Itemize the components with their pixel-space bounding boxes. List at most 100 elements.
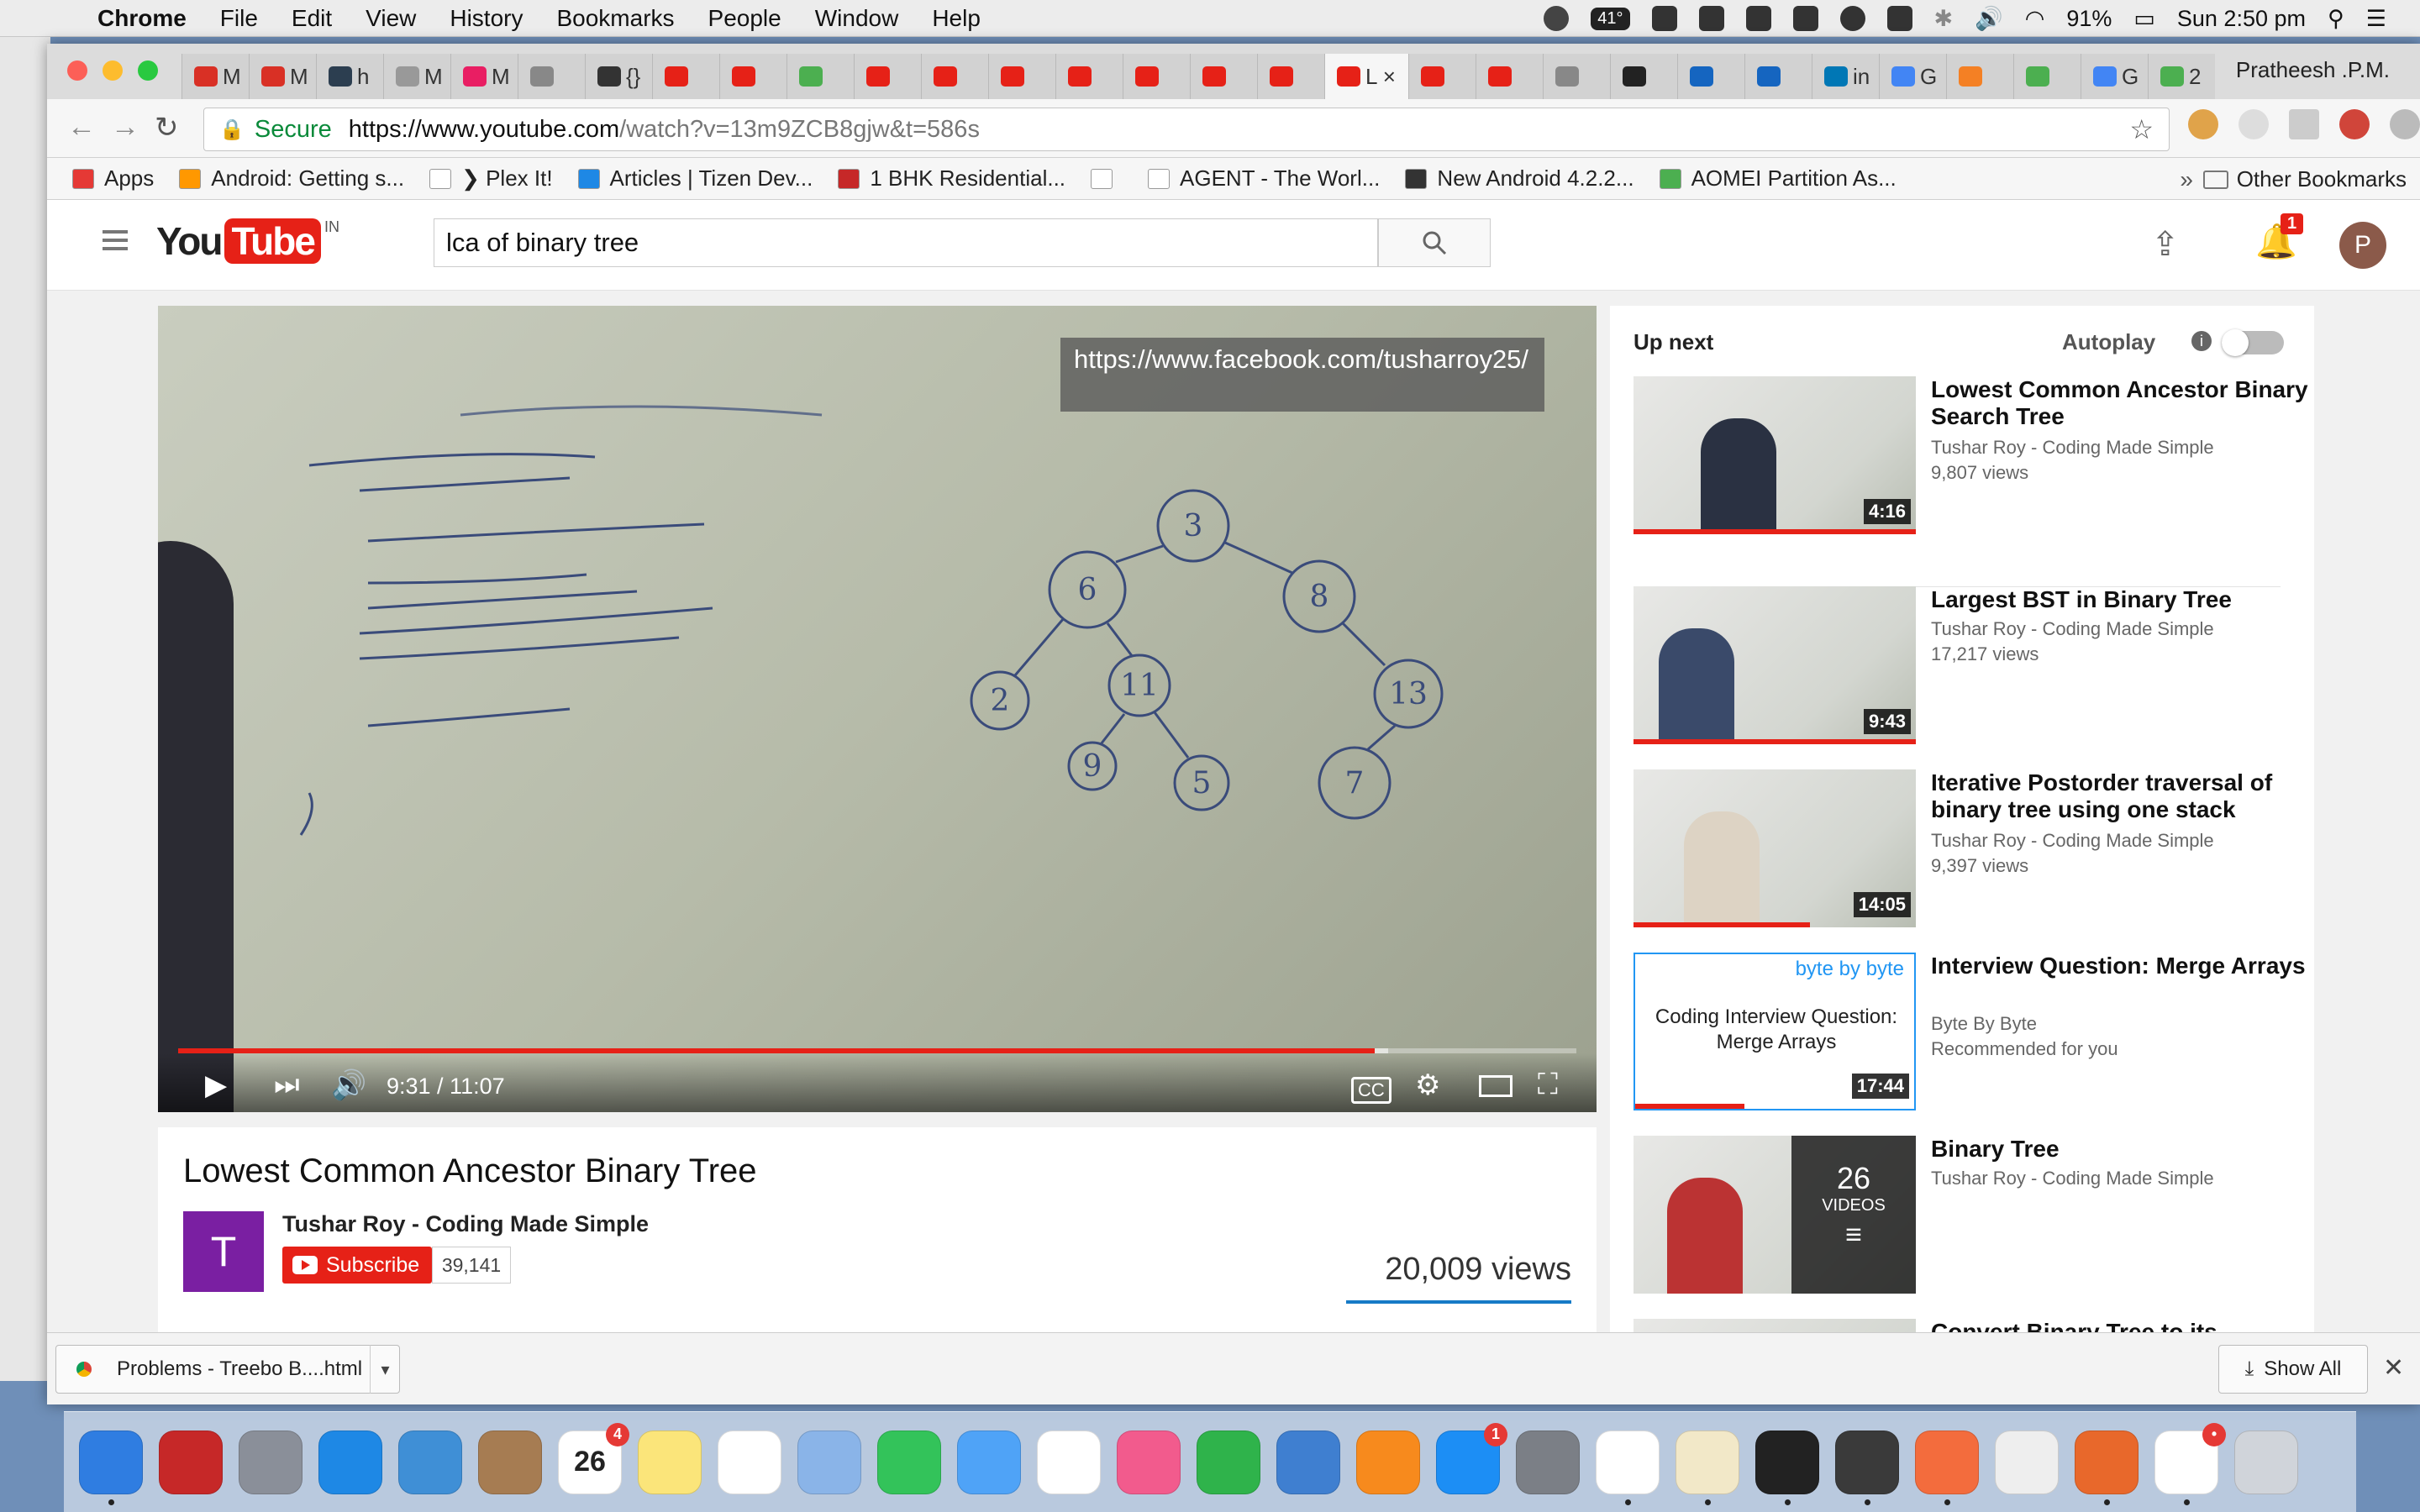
related-playlist[interactable]: 26 VIDEOS ≡ Binary Tree Tushar Roy - Cod… [1634, 1136, 2306, 1304]
slack-icon[interactable]: • [2154, 1422, 2226, 1505]
tab[interactable] [652, 54, 719, 99]
tab[interactable] [1055, 54, 1123, 99]
video-player[interactable]: 3 6 8 2 11 13 9 5 7 https://www.facebook.com/t… [158, 306, 1597, 1112]
tab[interactable]: M [182, 54, 249, 99]
mail-icon[interactable] [398, 1430, 462, 1494]
tab[interactable]: M [450, 54, 518, 99]
menu-window[interactable]: Window [815, 5, 899, 32]
clock[interactable]: Sun 2:50 pm [2177, 6, 2306, 32]
related-title[interactable]: Iterative Postorder traversal of binary … [1931, 769, 2309, 823]
video-thumbnail[interactable] [1634, 1319, 1916, 1332]
sync-icon[interactable] [1839, 6, 1865, 31]
related-title[interactable]: Convert Binary Tree to its [1931, 1319, 2309, 1332]
shield-icon[interactable] [1651, 6, 1677, 31]
notes-icon[interactable] [638, 1430, 702, 1494]
reload-icon[interactable]: ↻ [155, 111, 179, 144]
theater-mode-icon[interactable] [1479, 1075, 1512, 1097]
itunes-icon[interactable] [1117, 1430, 1181, 1494]
skype-extension-icon[interactable] [2390, 109, 2420, 139]
spotlight-icon[interactable]: ⚲ [2328, 6, 2344, 32]
contacts-icon[interactable] [478, 1430, 542, 1494]
tab[interactable]: M [249, 54, 316, 99]
photos-icon[interactable] [1037, 1430, 1101, 1494]
messages-icon[interactable] [957, 1430, 1021, 1494]
finder-icon[interactable] [79, 1430, 143, 1505]
bookmark-item[interactable]: 1 BHK Residential... [838, 165, 1065, 192]
tab[interactable] [1610, 54, 1677, 99]
system-preferences-icon[interactable] [1516, 1430, 1580, 1494]
close-window-button[interactable] [67, 60, 87, 81]
menu-file[interactable]: File [220, 5, 258, 32]
back-arrow-icon[interactable]: ← [67, 111, 96, 144]
tab[interactable] [1257, 54, 1324, 99]
tab[interactable] [1543, 54, 1610, 99]
tab[interactable] [1408, 54, 1476, 99]
video-thumbnail[interactable]: 4:16 [1634, 376, 1916, 534]
related-video[interactable]: 9:43 Largest BST in Binary Tree Tushar R… [1634, 586, 2306, 754]
menu-people[interactable]: People [708, 5, 781, 32]
related-title[interactable]: Binary Tree [1931, 1136, 2309, 1163]
tab[interactable] [921, 54, 988, 99]
wifi-icon[interactable]: ◠ [2025, 6, 2045, 32]
tab[interactable] [2013, 54, 2081, 99]
drive-icon[interactable] [1886, 6, 1912, 31]
other-bookmarks-folder[interactable]: Other Bookmarks [2202, 166, 2407, 192]
hamburger-menu-icon[interactable] [103, 230, 128, 250]
tab[interactable] [1946, 54, 2013, 99]
terminal-icon[interactable] [1755, 1430, 1819, 1505]
menu-history[interactable]: History [450, 5, 523, 32]
info-icon[interactable]: i [2191, 331, 2212, 351]
minimize-window-button[interactable] [103, 60, 123, 81]
adblock-extension-icon[interactable] [2339, 109, 2370, 139]
subscribe-button[interactable]: Subscribe [282, 1247, 432, 1284]
menu-help[interactable]: Help [932, 5, 981, 32]
numbers-icon[interactable] [1197, 1430, 1260, 1494]
tab[interactable] [1190, 54, 1257, 99]
bookmark-item[interactable]: AGENT - The Worl... [1148, 165, 1380, 192]
menu-app-name[interactable]: Chrome [97, 5, 187, 32]
battery-icon[interactable]: ▭ [2133, 6, 2155, 32]
notification-center-icon[interactable]: ☰ [2366, 6, 2386, 32]
keynote-icon[interactable] [1276, 1430, 1340, 1494]
bookmark-item[interactable]: ❯ Plex It! [429, 165, 553, 192]
tab[interactable]: G [1879, 54, 1946, 99]
tab[interactable] [719, 54, 786, 99]
safari-icon[interactable] [318, 1430, 382, 1494]
menu-edit[interactable]: Edit [292, 5, 332, 32]
facetime-icon[interactable] [877, 1430, 941, 1494]
script-editor-icon[interactable] [1995, 1430, 2059, 1494]
related-title[interactable]: Interview Question: Merge Arrays [1931, 953, 2309, 979]
bluetooth-icon[interactable]: ✱ [1934, 6, 1954, 32]
bookmark-item[interactable]: Articles | Tizen Dev... [577, 165, 813, 192]
evernote-icon[interactable] [1835, 1430, 1899, 1505]
download-item[interactable]: Problems - Treebo B....html [55, 1345, 400, 1394]
related-video[interactable]: Convert Binary Tree to its [1634, 1319, 2306, 1332]
volume-icon[interactable]: 🔊 [331, 1068, 366, 1102]
tab[interactable] [1123, 54, 1190, 99]
autoplay-toggle[interactable] [2222, 329, 2284, 356]
tab[interactable]: 2 [2148, 54, 2215, 99]
cookie-extension-icon[interactable] [2188, 109, 2218, 139]
next-video-icon[interactable]: ⏭ [274, 1068, 300, 1101]
extension-icon[interactable] [2289, 109, 2319, 139]
tab[interactable]: h [316, 54, 383, 99]
menu-bookmarks[interactable]: Bookmarks [556, 5, 674, 32]
annotation-overlay[interactable]: https://www.facebook.com/tusharroy25/ [1060, 338, 1544, 412]
tab[interactable]: in [1812, 54, 1879, 99]
upload-icon[interactable]: ⇪ [2151, 225, 2180, 264]
calendar-icon[interactable]: 26 4 [558, 1422, 629, 1494]
tab[interactable] [988, 54, 1055, 99]
tab[interactable]: G [2081, 54, 2148, 99]
tab[interactable] [786, 54, 854, 99]
battery-percent[interactable]: 91% [2066, 6, 2112, 32]
video-thumbnail[interactable]: byte by byte Coding Interview Question: … [1634, 953, 1916, 1110]
tab[interactable]: M [383, 54, 450, 99]
tab[interactable] [1744, 54, 1812, 99]
search-input[interactable]: lca of binary tree [434, 218, 1378, 267]
tab[interactable] [1476, 54, 1543, 99]
extension-icon[interactable] [2238, 109, 2269, 139]
related-title[interactable]: Lowest Common Ancestor Binary Search Tre… [1931, 376, 2309, 430]
video-thumbnail[interactable]: 14:05 [1634, 769, 1916, 927]
bookmark-item[interactable]: New Android 4.2.2... [1405, 165, 1634, 192]
chevron-down-icon[interactable]: ▾ [370, 1345, 400, 1394]
